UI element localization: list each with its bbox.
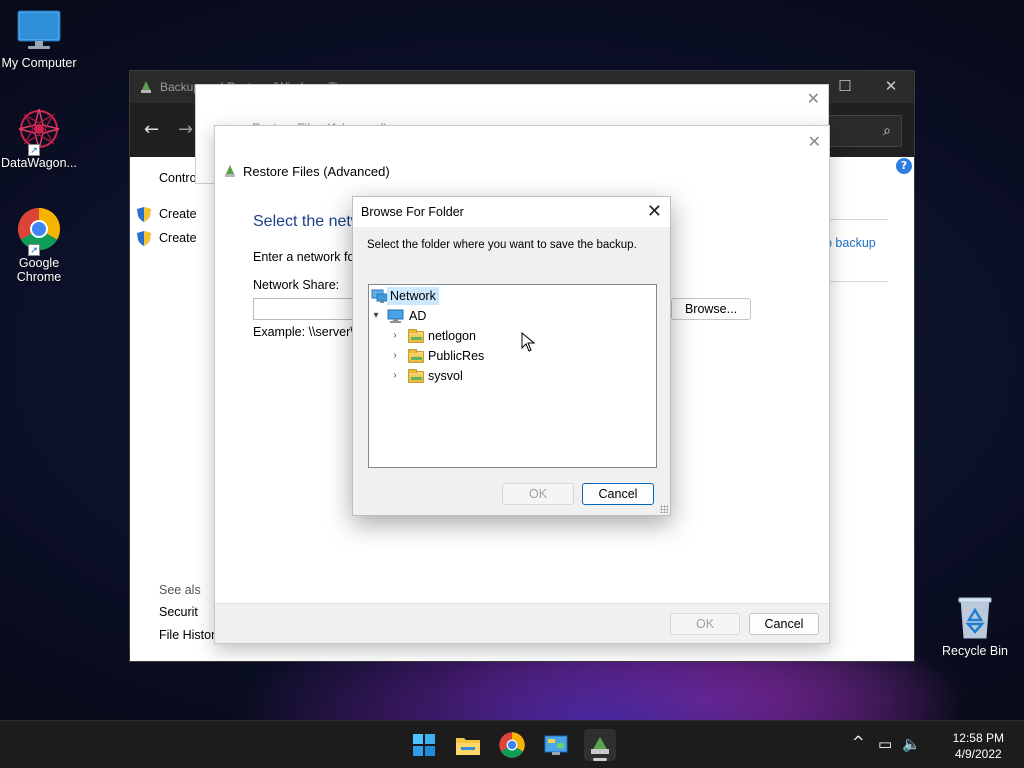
ok-button[interactable]: OK [670, 613, 740, 635]
tree-item-sysvol[interactable]: › sysvol [369, 367, 656, 385]
desktop-icon-my-computer[interactable]: My Computer [0, 10, 78, 70]
clock-date: 4/9/2022 [954, 747, 1002, 761]
desktop-icon-label: Google Chrome [16, 256, 62, 284]
tree-item-publicres[interactable]: › PublicRes [369, 347, 656, 365]
start-icon [413, 734, 435, 756]
browse-button[interactable]: Browse... [671, 298, 751, 320]
network-share-example: Example: \\server\s [253, 325, 360, 339]
uac-shield-icon [137, 207, 151, 222]
divider [830, 219, 888, 220]
computer-icon [387, 309, 404, 323]
backup-app-icon [225, 165, 235, 177]
volume-icon[interactable]: 🔈 [902, 735, 921, 753]
desktop-icon-recycle-bin[interactable]: Recycle Bin [936, 596, 1014, 658]
back-arrow-icon[interactable]: ← [144, 119, 159, 140]
recycle-bin-icon [958, 597, 992, 639]
file-explorer-icon [456, 738, 480, 755]
file-history-link[interactable]: File History [159, 628, 222, 642]
restore-instruction: Enter a network fol [253, 250, 358, 264]
tree-item-label: PublicRes [428, 349, 485, 363]
start-button[interactable] [408, 729, 440, 761]
desktop-icon-datawagon[interactable]: ↗ DataWagon... [0, 106, 78, 170]
desktop: My Computer ↗ DataWagon... ↗ Google Chro… [0, 0, 1024, 720]
network-share-label: Network Share: [253, 278, 340, 292]
restore-dialog-title: Restore Files (Advanced) [243, 164, 390, 179]
forward-arrow-icon[interactable]: → [178, 119, 193, 140]
chevron-down-icon[interactable]: ▾ [370, 307, 382, 325]
browse-dialog-title: Browse For Folder [361, 205, 464, 219]
mouse-cursor-icon [521, 332, 535, 352]
close-button[interactable]: ✕ [880, 76, 902, 98]
tree-item-label: sysvol [428, 369, 463, 383]
clock[interactable]: 12:58 PM 4/9/2022 [953, 730, 1004, 762]
tree-item-label: AD [409, 309, 427, 323]
close-icon[interactable]: ✕ [808, 132, 821, 151]
see-also-heading: See als [159, 583, 201, 597]
divider [830, 281, 888, 282]
desktop-icon-label: My Computer [1, 56, 77, 70]
backup-restore-icon [591, 737, 609, 754]
tree-item-netlogon[interactable]: › netlogon [369, 327, 656, 345]
desktop-icon-label: Recycle Bin [942, 644, 1008, 658]
chevron-right-icon[interactable]: › [389, 327, 401, 345]
create-system-image-link[interactable]: Create [159, 207, 197, 221]
taskbar-control-panel[interactable] [540, 729, 572, 761]
desktop-icon-google-chrome[interactable]: ↗ Google Chrome [0, 206, 78, 284]
cancel-button[interactable]: Cancel [749, 613, 819, 635]
chevron-right-icon[interactable]: › [389, 367, 401, 385]
shortcut-arrow-icon: ↗ [28, 244, 40, 256]
backup-app-icon [141, 81, 151, 93]
taskbar-chrome[interactable] [496, 729, 528, 761]
setup-backup-link[interactable]: p backup [825, 236, 876, 250]
close-icon[interactable]: ✕ [807, 89, 820, 108]
shared-folder-icon [408, 349, 424, 363]
folder-tree[interactable]: Network ▾ AD › netlogon › PublicRes › sy… [368, 284, 657, 468]
browse-dialog-prompt: Select the folder where you want to save… [367, 239, 637, 251]
security-link[interactable]: Securit [159, 605, 198, 619]
tree-item-label: Network [387, 287, 439, 305]
shared-folder-icon [408, 369, 424, 383]
taskbar: ^ ▭ 🔈 12:58 PM 4/9/2022 [0, 720, 1024, 768]
browse-dialog-title-bar[interactable]: Browse For Folder ✕ [353, 197, 670, 227]
resize-grip[interactable] [660, 505, 668, 513]
control-panel-link[interactable]: Contro [159, 171, 197, 185]
taskbar-file-explorer[interactable] [452, 729, 484, 761]
tree-item-ad[interactable]: ▾ AD [369, 307, 656, 325]
system-tray: ^ ▭ 🔈 12:58 PM 4/9/2022 [844, 721, 1024, 768]
close-button[interactable]: ✕ [647, 201, 662, 222]
network-icon[interactable]: ▭ [878, 735, 892, 753]
ok-button[interactable]: OK [502, 483, 574, 505]
cancel-button[interactable]: Cancel [582, 483, 654, 505]
maximize-button[interactable]: ☐ [834, 76, 856, 98]
taskbar-backup-restore[interactable] [584, 729, 616, 761]
search-icon: ⌕ [883, 123, 891, 139]
active-indicator [593, 758, 607, 761]
chevron-up-icon[interactable]: ^ [852, 733, 865, 751]
shared-folder-icon [408, 329, 424, 343]
control-panel-icon [544, 735, 568, 755]
network-icon [371, 289, 388, 303]
tree-item-label: netlogon [428, 329, 476, 343]
chrome-icon [499, 732, 525, 758]
restore-dialog-heading: Select the netw [253, 213, 363, 230]
browse-for-folder-dialog: Browse For Folder ✕ Select the folder wh… [352, 196, 671, 516]
create-repair-disc-link[interactable]: Create [159, 231, 197, 245]
help-icon[interactable]: ? [896, 158, 912, 174]
desktop-icon-label: DataWagon... [1, 156, 77, 170]
chevron-right-icon[interactable]: › [389, 347, 401, 365]
monitor-icon [17, 10, 61, 49]
restore-dialog-footer: OK Cancel [215, 603, 829, 643]
clock-time: 12:58 PM [952, 731, 1004, 745]
shortcut-arrow-icon: ↗ [28, 144, 40, 156]
tree-item-network[interactable]: Network [369, 287, 656, 305]
uac-shield-icon [137, 231, 151, 246]
